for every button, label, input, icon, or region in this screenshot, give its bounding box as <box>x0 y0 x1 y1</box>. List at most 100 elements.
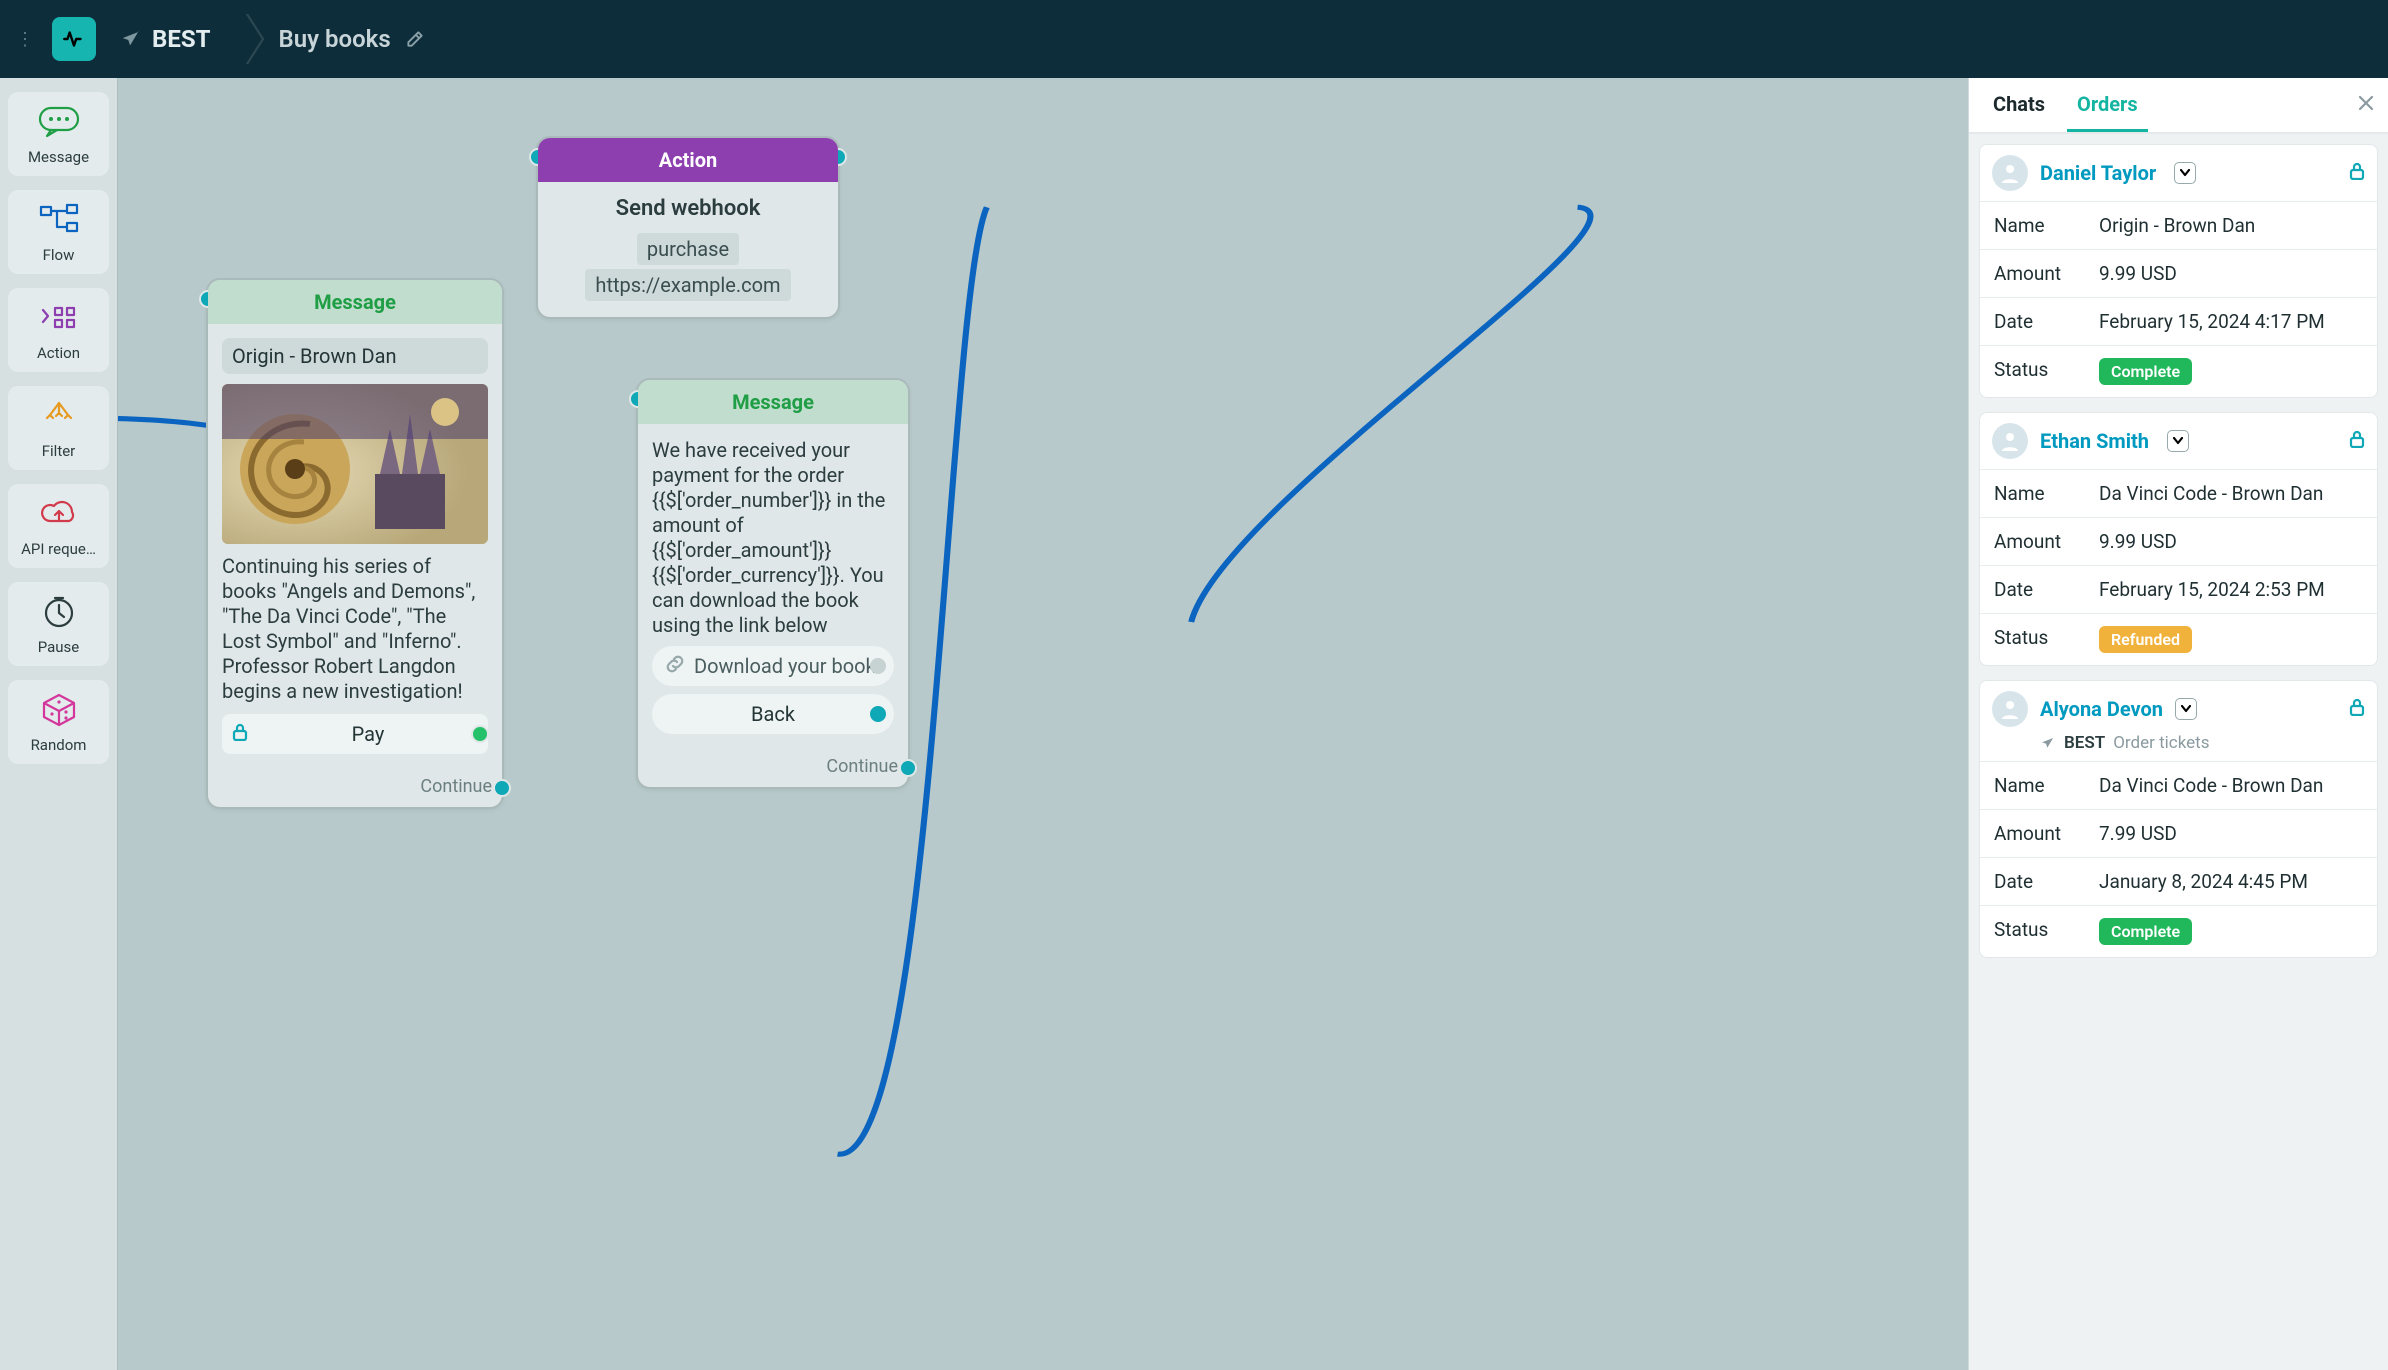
tool-pause[interactable]: Pause <box>8 582 109 666</box>
output-port-pay[interactable] <box>471 725 489 743</box>
telegram-icon <box>120 28 142 50</box>
avatar-icon <box>1998 697 2022 721</box>
app-logo[interactable] <box>52 17 96 61</box>
row-label-status: Status <box>1994 626 2099 653</box>
lock-icon <box>2349 430 2365 452</box>
node-message-origin[interactable]: Message Origin - Brown Dan <box>206 278 504 809</box>
row-label-name: Name <box>1994 482 2099 505</box>
order-date: February 15, 2024 2:53 PM <box>2099 578 2363 601</box>
tool-label: Flow <box>12 246 105 264</box>
tool-label: API reque… <box>12 540 105 558</box>
dice-icon <box>35 692 83 728</box>
output-port-download[interactable] <box>870 658 886 674</box>
edit-icon[interactable] <box>405 29 425 49</box>
tool-label: Message <box>12 148 105 166</box>
order-card[interactable]: Ethan Smith NameDa Vinci Code - Brown Da… <box>1979 412 2378 666</box>
avatar <box>1992 691 2028 727</box>
tool-random[interactable]: Random <box>8 680 109 764</box>
order-card[interactable]: Alyona Devon BEST Order tickets <box>1979 680 2378 958</box>
avatar <box>1992 155 2028 191</box>
status-badge: Refunded <box>2099 626 2192 653</box>
right-panel: Chats Orders Daniel Taylor <box>1968 78 2388 1370</box>
row-label-amount: Amount <box>1994 262 2099 285</box>
pay-button[interactable]: Pay <box>222 714 488 754</box>
caret-down-icon <box>2173 437 2183 445</box>
row-label-amount: Amount <box>1994 530 2099 553</box>
output-port-continue[interactable] <box>493 779 511 797</box>
status-badge: Complete <box>2099 358 2192 385</box>
tool-label: Filter <box>12 442 105 460</box>
breadcrumb-workspace[interactable]: BEST <box>110 14 232 64</box>
workspace-name: BEST <box>152 25 210 53</box>
order-name: Origin - Brown Dan <box>2099 214 2363 237</box>
lock-icon <box>2349 162 2365 184</box>
flow-title: Buy books <box>278 25 390 53</box>
order-date: January 8, 2024 4:45 PM <box>2099 870 2363 893</box>
customer-name[interactable]: Ethan Smith <box>2040 429 2149 453</box>
tool-label: Pause <box>12 638 105 656</box>
row-label-status: Status <box>1994 358 2099 385</box>
tool-message[interactable]: Message <box>8 92 109 176</box>
order-name: Da Vinci Code - Brown Dan <box>2099 774 2363 797</box>
breadcrumb-arrow-icon <box>246 14 264 64</box>
order-amount: 9.99 USD <box>2099 262 2363 285</box>
order-source[interactable]: BEST Order tickets <box>1980 733 2377 761</box>
node-message-confirm[interactable]: Message We have received your payment fo… <box>636 378 910 789</box>
row-label-amount: Amount <box>1994 822 2099 845</box>
tab-orders[interactable]: Orders <box>2067 78 2148 132</box>
flow-canvas[interactable]: Message Origin - Brown Dan <box>118 78 1968 1370</box>
action-event: purchase <box>637 233 739 265</box>
action-title: Send webhook <box>552 196 824 221</box>
lock-icon <box>2349 698 2365 720</box>
download-label: Download your book <box>694 654 880 678</box>
tool-action[interactable]: Action <box>8 288 109 372</box>
pay-label: Pay <box>258 722 478 746</box>
tab-chats[interactable]: Chats <box>1983 78 2055 132</box>
customer-name[interactable]: Daniel Taylor <box>2040 161 2156 185</box>
row-label-date: Date <box>1994 578 2099 601</box>
row-label-name: Name <box>1994 214 2099 237</box>
row-label-name: Name <box>1994 774 2099 797</box>
flow-icon <box>35 202 83 238</box>
tool-rail: Message Flow Action Filter API reque… <box>0 78 118 1370</box>
output-port-back[interactable] <box>870 706 886 722</box>
drag-handle-icon[interactable]: ⋮ <box>12 29 38 50</box>
message-body: We have received your payment for the or… <box>652 438 894 638</box>
continue-label: Continue <box>826 756 898 777</box>
customer-menu-button[interactable] <box>2174 162 2196 184</box>
message-title: Origin - Brown Dan <box>222 338 488 374</box>
tool-label: Random <box>12 736 105 754</box>
avatar-icon <box>1998 161 2022 185</box>
node-header: Message <box>638 380 908 424</box>
orders-list[interactable]: Daniel Taylor NameOrigin - Brown Dan Amo… <box>1969 134 2388 1370</box>
order-card[interactable]: Daniel Taylor NameOrigin - Brown Dan Amo… <box>1979 144 2378 398</box>
tool-label: Action <box>12 344 105 362</box>
node-action-webhook[interactable]: Action Send webhook purchase https://exa… <box>536 136 840 319</box>
tool-api-request[interactable]: API reque… <box>8 484 109 568</box>
close-panel-button[interactable] <box>2358 95 2374 116</box>
top-bar: ⋮ BEST Buy books <box>0 0 2388 78</box>
customer-menu-button[interactable] <box>2175 698 2197 720</box>
tool-filter[interactable]: Filter <box>8 386 109 470</box>
row-label-status: Status <box>1994 918 2099 945</box>
tool-flow[interactable]: Flow <box>8 190 109 274</box>
cloud-icon <box>35 496 83 532</box>
message-image[interactable] <box>222 384 488 544</box>
filter-icon <box>35 398 83 434</box>
telegram-icon <box>2040 735 2056 751</box>
download-button[interactable]: Download your book <box>652 646 894 686</box>
pulse-icon <box>61 26 87 52</box>
caret-down-icon <box>2181 705 2191 713</box>
row-label-date: Date <box>1994 870 2099 893</box>
chat-icon <box>35 104 83 140</box>
customer-menu-button[interactable] <box>2167 430 2189 452</box>
node-header: Message <box>208 280 502 324</box>
customer-name[interactable]: Alyona Devon <box>2040 697 2163 721</box>
order-name: Da Vinci Code - Brown Dan <box>2099 482 2363 505</box>
action-icon <box>35 300 83 336</box>
order-amount: 7.99 USD <box>2099 822 2363 845</box>
breadcrumb-flow[interactable]: Buy books <box>278 25 424 53</box>
output-port-continue[interactable] <box>899 759 917 777</box>
back-button[interactable]: Back <box>652 694 894 734</box>
row-label-date: Date <box>1994 310 2099 333</box>
